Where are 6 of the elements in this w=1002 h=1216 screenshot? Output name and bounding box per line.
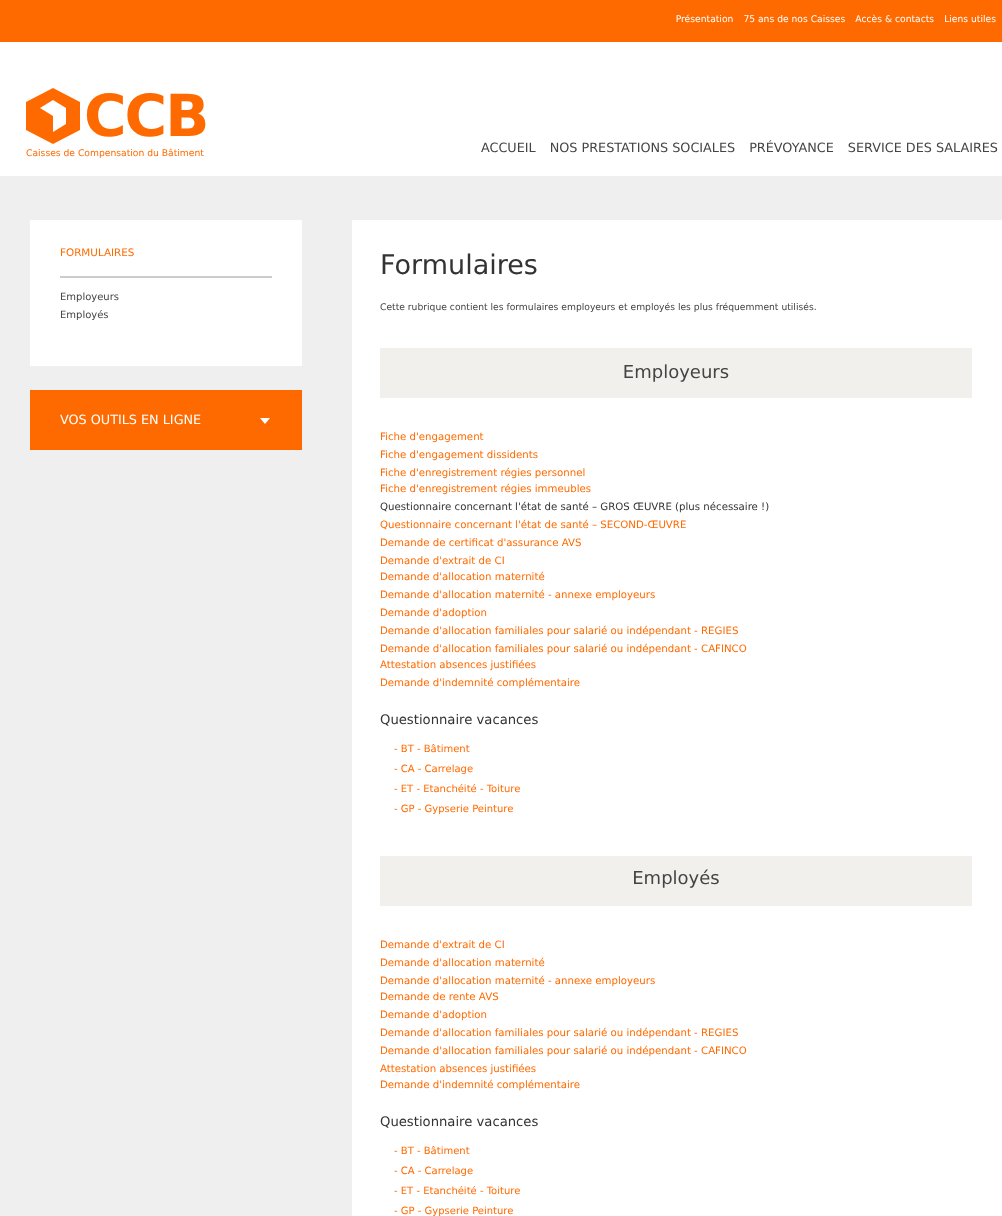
logo-text[interactable]: CCB <box>84 88 208 144</box>
page-title: Formulaires <box>380 250 540 282</box>
section-heading: Employés <box>380 855 972 906</box>
caret-icon <box>260 417 270 423</box>
section-heading: Employeurs <box>380 348 972 398</box>
cube-logo-icon <box>26 88 80 144</box>
